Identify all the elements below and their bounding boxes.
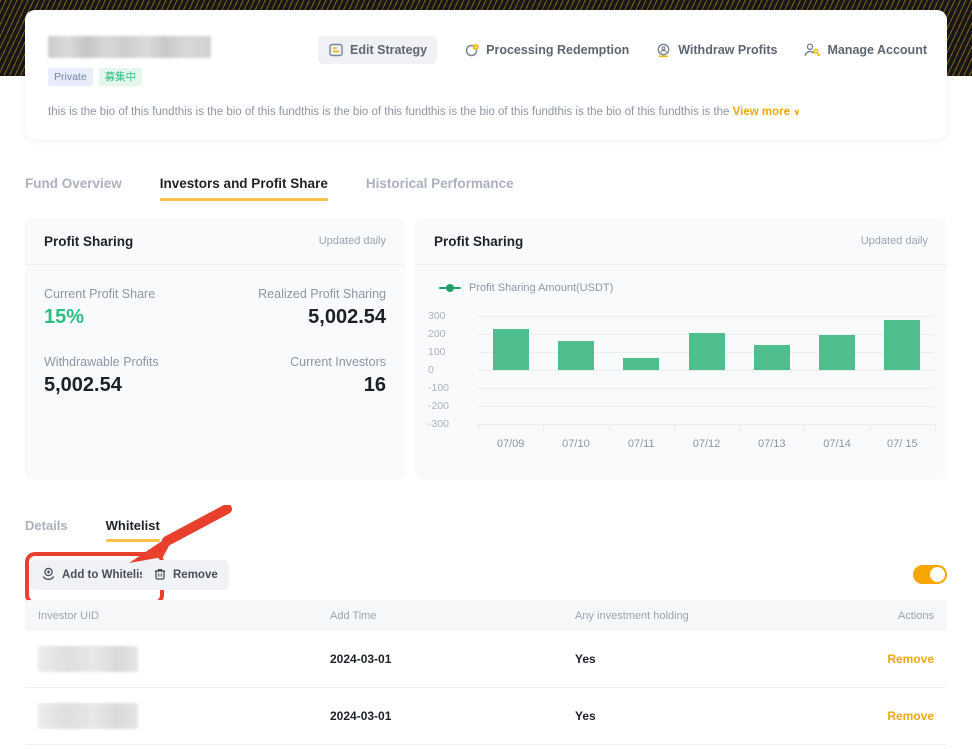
stat-realized-profit-sharing: Realized Profit Sharing 5,002.54 <box>215 287 386 329</box>
stat-withdrawable-profits: Withdrawable Profits 5,002.54 <box>44 355 215 397</box>
y-axis-tick-label: -200 <box>428 400 478 412</box>
x-axis-tick-label: 07/09 <box>497 438 525 450</box>
investor-uid-blurred <box>38 646 138 672</box>
y-axis-tick-label: -300 <box>428 418 478 430</box>
x-axis-tick <box>543 424 544 431</box>
add-to-whitelist-icon <box>41 566 56 584</box>
manage-account-icon <box>803 42 821 58</box>
holding-cell: Yes <box>575 709 840 723</box>
col-add-time: Add Time <box>330 610 575 622</box>
col-investment-holding: Any investment holding <box>575 610 840 622</box>
fund-bio-text: this is the bio of this fundthis is the … <box>48 106 729 118</box>
edit-strategy-button[interactable]: Edit Strategy <box>318 36 437 64</box>
badge-row: Private 募集中 <box>48 68 142 86</box>
x-axis-tick-label: 07/14 <box>823 438 851 450</box>
chart-gridline <box>478 316 935 317</box>
chart-gridline <box>478 406 935 407</box>
remove-row-link[interactable]: Remove <box>840 652 947 666</box>
stat-current-investors: Current Investors 16 <box>215 355 386 397</box>
chart-bar <box>493 329 529 370</box>
x-axis-tick-label: 07/11 <box>628 438 655 450</box>
updated-daily-label: Updated daily <box>319 235 386 247</box>
chart-bar <box>558 341 594 370</box>
trash-icon <box>153 567 167 584</box>
tab-whitelist[interactable]: Whitelist <box>106 518 160 542</box>
private-badge: Private <box>48 68 93 86</box>
chart-bar <box>754 345 790 370</box>
remove-row-link[interactable]: Remove <box>840 709 947 723</box>
chart-gridline <box>478 370 935 371</box>
col-investor-uid: Investor UID <box>25 610 330 622</box>
profit-sharing-chart-card: Profit Sharing Updated daily Profit Shar… <box>415 218 947 480</box>
tab-historical-performance[interactable]: Historical Performance <box>366 176 514 201</box>
y-axis-tick-label: 100 <box>428 346 478 358</box>
x-axis-tick <box>935 424 936 431</box>
edit-strategy-icon <box>328 42 344 58</box>
holding-cell: Yes <box>575 652 840 666</box>
y-axis-tick-label: 0 <box>428 364 478 376</box>
withdraw-profits-icon <box>655 42 672 59</box>
remove-button[interactable]: Remove <box>142 560 229 590</box>
table-row: 2024-03-01 Yes Remove <box>25 631 947 688</box>
main-tab-bar: Fund Overview Investors and Profit Share… <box>25 176 514 201</box>
processing-redemption-button[interactable]: Processing Redemption <box>463 42 629 59</box>
fund-name-blurred <box>48 36 211 58</box>
chart-bar <box>623 358 659 370</box>
chart-bar <box>689 333 725 370</box>
x-axis-tick-label: 07/ 15 <box>887 438 918 450</box>
chart-legend: Profit Sharing Amount(USDT) <box>415 265 947 294</box>
whitelist-toolbar: Add to Whitelist Remove <box>25 560 947 590</box>
investor-uid-blurred <box>38 703 138 729</box>
legend-dot-icon <box>439 287 461 289</box>
table-row: 2024-03-01 Yes Remove <box>25 688 947 745</box>
tab-details[interactable]: Details <box>25 518 68 542</box>
y-axis-tick-label: 200 <box>428 328 478 340</box>
updated-daily-label: Updated daily <box>861 235 928 247</box>
add-time-cell: 2024-03-01 <box>330 652 575 666</box>
withdraw-profits-button[interactable]: Withdraw Profits <box>655 42 777 59</box>
col-actions: Actions <box>840 610 947 622</box>
view-more-link[interactable]: View more ∨ <box>733 106 801 118</box>
chevron-down-icon: ∨ <box>793 107 800 117</box>
x-axis-tick <box>609 424 610 431</box>
chart-bar <box>819 335 855 370</box>
chart-bar <box>884 320 920 370</box>
x-axis-tick <box>870 424 871 431</box>
whitelist-table: Investor UID Add Time Any investment hol… <box>25 600 947 745</box>
x-axis-tick-label: 07/10 <box>562 438 590 450</box>
x-axis-tick-label: 07/12 <box>693 438 721 450</box>
profit-sharing-stats-card: Profit Sharing Updated daily Current Pro… <box>25 218 405 480</box>
x-axis-tick-label: 07/13 <box>758 438 786 450</box>
add-to-whitelist-button[interactable]: Add to Whitelist <box>30 560 161 590</box>
card-title: Profit Sharing <box>434 234 523 249</box>
chart-gridline <box>478 424 935 425</box>
stat-current-profit-share: Current Profit Share 15% <box>44 287 215 329</box>
tab-investors-profit-share[interactable]: Investors and Profit Share <box>160 176 328 201</box>
y-axis-tick-label: -100 <box>428 382 478 394</box>
header-action-bar: Edit Strategy Processing Redemption With… <box>318 36 927 64</box>
chart-gridline <box>478 388 935 389</box>
x-axis-tick <box>739 424 740 431</box>
x-axis-tick <box>478 424 479 431</box>
add-time-cell: 2024-03-01 <box>330 709 575 723</box>
x-axis-tick <box>674 424 675 431</box>
fund-bio: this is the bio of this fundthis is the … <box>48 106 924 118</box>
fund-header-card: Private 募集中 this is the bio of this fund… <box>25 10 947 139</box>
x-axis-tick <box>804 424 805 431</box>
manage-account-button[interactable]: Manage Account <box>803 42 927 58</box>
tab-fund-overview[interactable]: Fund Overview <box>25 176 122 201</box>
recruiting-badge: 募集中 <box>99 68 143 86</box>
fund-management-page: Private 募集中 this is the bio of this fund… <box>0 0 972 749</box>
card-title: Profit Sharing <box>44 234 133 249</box>
table-header-row: Investor UID Add Time Any investment hol… <box>25 600 947 631</box>
section-tab-bar: Details Whitelist <box>25 518 160 542</box>
processing-redemption-icon <box>463 42 480 59</box>
profit-sharing-bar-chart: 3002001000-100-200-30007/0907/1007/1107/… <box>415 316 947 466</box>
y-axis-tick-label: 300 <box>428 310 478 322</box>
whitelist-toggle[interactable] <box>913 565 947 584</box>
